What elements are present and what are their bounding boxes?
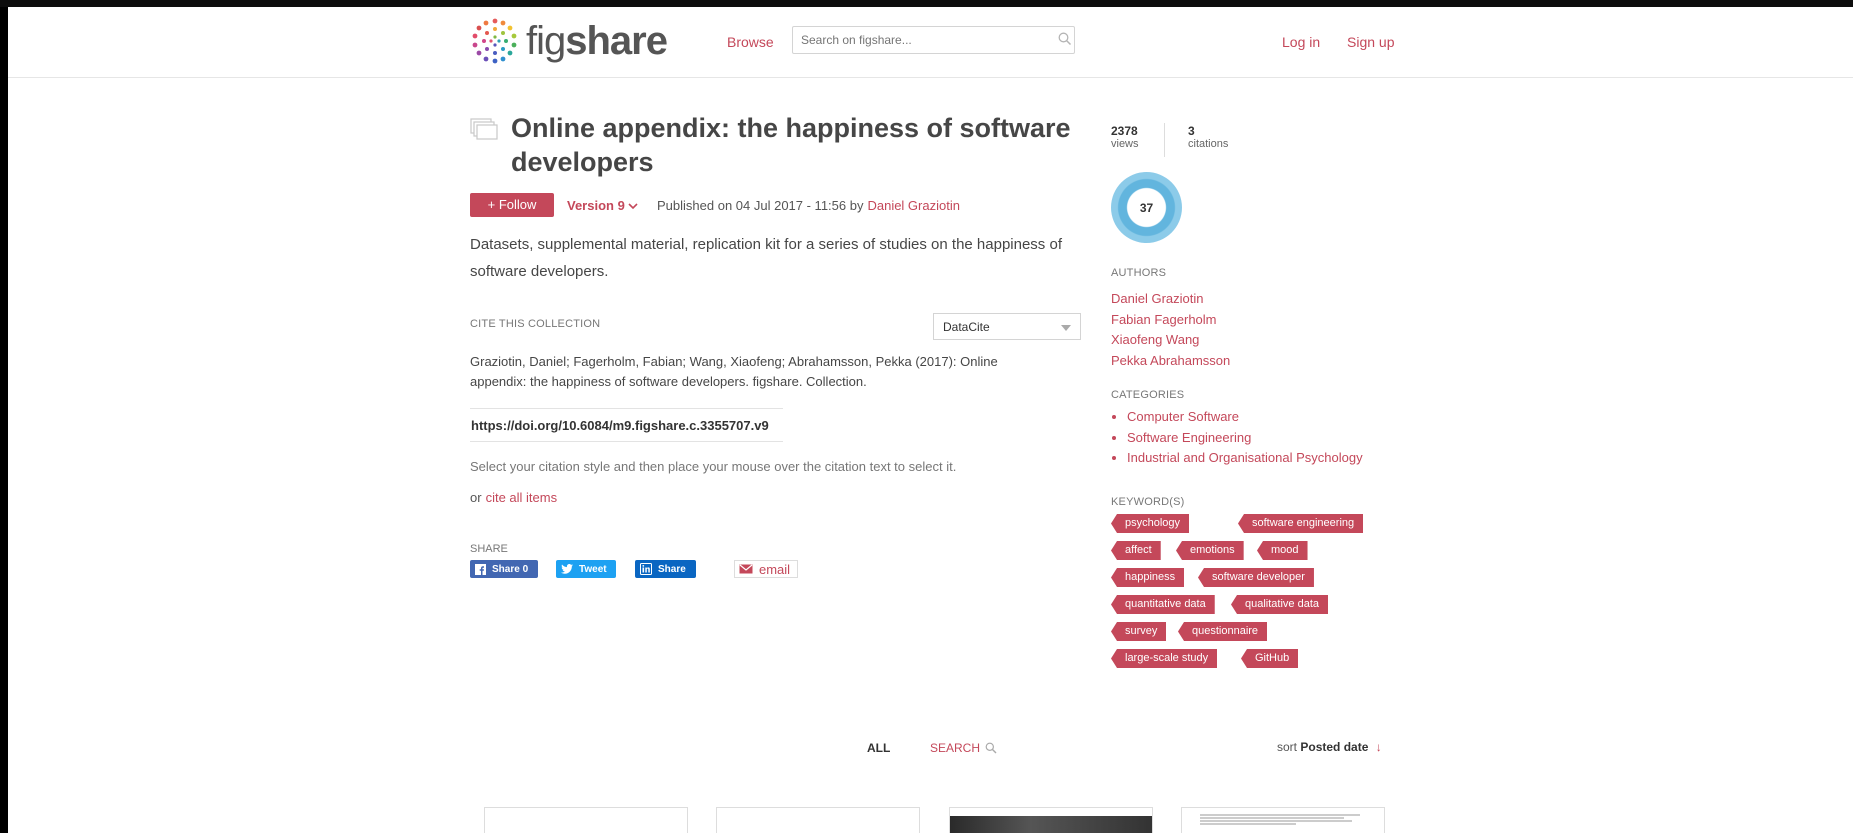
keyword-tag[interactable]: happiness bbox=[1111, 568, 1185, 587]
cite-heading: CITE THIS COLLECTION bbox=[470, 318, 601, 330]
keyword-tag[interactable]: survey bbox=[1111, 622, 1167, 641]
search-icon[interactable] bbox=[1058, 32, 1072, 46]
keyword-tag[interactable]: quantitative data bbox=[1111, 595, 1215, 614]
logo-wordmark: figshare bbox=[526, 19, 668, 63]
search-icon bbox=[985, 742, 997, 754]
tab-search[interactable]: SEARCH bbox=[930, 741, 997, 755]
email-share-label: email bbox=[759, 561, 791, 577]
collection-item-card[interactable] bbox=[949, 807, 1153, 833]
figshare-logo-icon bbox=[472, 18, 517, 64]
altmetric-score: 37 bbox=[1139, 200, 1154, 215]
citations-count: 3 bbox=[1188, 124, 1195, 138]
sort-direction-icon: ↓ bbox=[1375, 740, 1382, 754]
collection-icon bbox=[470, 118, 498, 140]
citations-label: citations bbox=[1188, 138, 1229, 150]
views-label: views bbox=[1111, 138, 1139, 150]
citation-style-value: DataCite bbox=[943, 320, 990, 334]
stats-divider bbox=[1164, 123, 1165, 157]
linkedin-icon bbox=[640, 563, 652, 575]
page: figshare Browse Log in Sign up Online ap… bbox=[8, 7, 1853, 833]
logo-suffix: share bbox=[565, 19, 668, 63]
author-link[interactable]: Daniel Graziotin bbox=[1111, 291, 1204, 306]
search-input[interactable] bbox=[792, 26, 1075, 54]
keyword-tag[interactable]: questionnaire bbox=[1178, 622, 1268, 641]
share-heading: SHARE bbox=[470, 543, 508, 555]
version-dropdown[interactable]: Version 9 bbox=[567, 198, 639, 213]
published-author-link[interactable]: Daniel Graziotin bbox=[867, 198, 960, 213]
linkedin-share-button[interactable]: Share bbox=[635, 560, 696, 578]
citations-stat: 3 citations bbox=[1188, 124, 1228, 150]
views-count: 2378 bbox=[1111, 124, 1138, 138]
views-stat: 2378 views bbox=[1111, 124, 1139, 150]
page-title: Online appendix: the happiness of softwa… bbox=[511, 113, 1071, 177]
keyword-tag[interactable]: emotions bbox=[1176, 541, 1244, 560]
published-text: Published on 04 Jul 2017 - 11:56 by bbox=[657, 198, 864, 213]
published-info: Published on 04 Jul 2017 - 11:56 by Danie… bbox=[657, 198, 960, 213]
keyword-tag[interactable]: mood bbox=[1257, 541, 1308, 560]
keyword-tag[interactable]: qualitative data bbox=[1231, 595, 1328, 614]
sort-prefix: sort bbox=[1277, 740, 1298, 754]
keyword-tag[interactable]: software developer bbox=[1198, 568, 1314, 587]
signup-link[interactable]: Sign up bbox=[1347, 34, 1394, 50]
author-link[interactable]: Fabian Fagerholm bbox=[1111, 312, 1217, 327]
linkedin-share-label: Share bbox=[658, 563, 686, 575]
twitter-share-button[interactable]: Tweet bbox=[556, 560, 616, 578]
categories-heading: CATEGORIES bbox=[1111, 389, 1185, 401]
twitter-share-label: Tweet bbox=[579, 563, 607, 575]
author-link[interactable]: Xiaofeng Wang bbox=[1111, 332, 1199, 347]
figshare-logo[interactable]: figshare bbox=[470, 16, 668, 66]
doi-link[interactable]: https://doi.org/10.6084/m9.figshare.c.33… bbox=[470, 408, 783, 442]
keywords-heading: KEYWORD(S) bbox=[1111, 496, 1185, 508]
facebook-share-button[interactable]: Share 0 bbox=[470, 560, 538, 578]
collection-item-card[interactable] bbox=[716, 807, 920, 833]
site-header: figshare Browse Log in Sign up bbox=[8, 7, 1853, 78]
cite-all-link[interactable]: cite all items bbox=[486, 490, 558, 505]
item-description: Datasets, supplemental material, replica… bbox=[470, 236, 1062, 280]
or-text: or bbox=[470, 490, 482, 505]
twitter-icon bbox=[561, 564, 573, 574]
tab-search-label: SEARCH bbox=[930, 741, 981, 755]
citation-text[interactable]: Graziotin, Daniel; Fagerholm, Fabian; Wa… bbox=[470, 352, 1050, 392]
keyword-tag[interactable]: software engineering bbox=[1238, 514, 1364, 533]
caret-down-icon bbox=[1061, 325, 1071, 331]
browse-link[interactable]: Browse bbox=[727, 34, 774, 50]
item-thumbnail bbox=[950, 816, 1152, 833]
authors-list: Daniel Graziotin Fabian Fagerholm Xiaofe… bbox=[1111, 289, 1230, 371]
citation-style-select[interactable]: DataCite bbox=[933, 313, 1081, 340]
tab-all[interactable]: ALL bbox=[867, 741, 890, 755]
keyword-tag[interactable]: large-scale study bbox=[1111, 649, 1218, 668]
category-link[interactable]: Industrial and Organisational Psychology bbox=[1127, 450, 1363, 465]
follow-button[interactable]: + Follow bbox=[470, 193, 554, 217]
logo-prefix: fig bbox=[526, 19, 566, 63]
cite-all-line: or cite all items bbox=[470, 490, 557, 505]
category-link[interactable]: Software Engineering bbox=[1127, 430, 1251, 445]
categories-list: Computer Software Software Engineering I… bbox=[1111, 407, 1363, 469]
chevron-down-icon bbox=[628, 203, 639, 210]
item-thumbnail bbox=[1200, 813, 1360, 826]
citation-help-text: Select your citation style and then plac… bbox=[470, 459, 957, 474]
author-link[interactable]: Pekka Abrahamsson bbox=[1111, 353, 1230, 368]
keyword-tag[interactable]: GitHub bbox=[1241, 649, 1299, 668]
facebook-share-label: Share 0 bbox=[492, 563, 529, 575]
facebook-icon bbox=[475, 563, 486, 575]
category-link[interactable]: Computer Software bbox=[1127, 409, 1239, 424]
altmetric-badge[interactable]: 37 bbox=[1111, 172, 1182, 243]
email-share-button[interactable]: email bbox=[734, 560, 798, 578]
keyword-tag[interactable]: affect bbox=[1111, 541, 1161, 560]
login-link[interactable]: Log in bbox=[1282, 34, 1320, 50]
collection-item-card[interactable] bbox=[484, 807, 688, 833]
version-label: Version 9 bbox=[567, 198, 625, 213]
top-strip bbox=[0, 0, 1853, 7]
sort-control[interactable]: sort Posted date ↓ bbox=[1277, 740, 1382, 754]
envelope-icon bbox=[739, 564, 753, 574]
collection-item-card[interactable] bbox=[1181, 807, 1385, 833]
keyword-tag[interactable]: psychology bbox=[1111, 514, 1190, 533]
sort-value: Posted date bbox=[1300, 740, 1369, 754]
authors-heading: AUTHORS bbox=[1111, 267, 1167, 279]
